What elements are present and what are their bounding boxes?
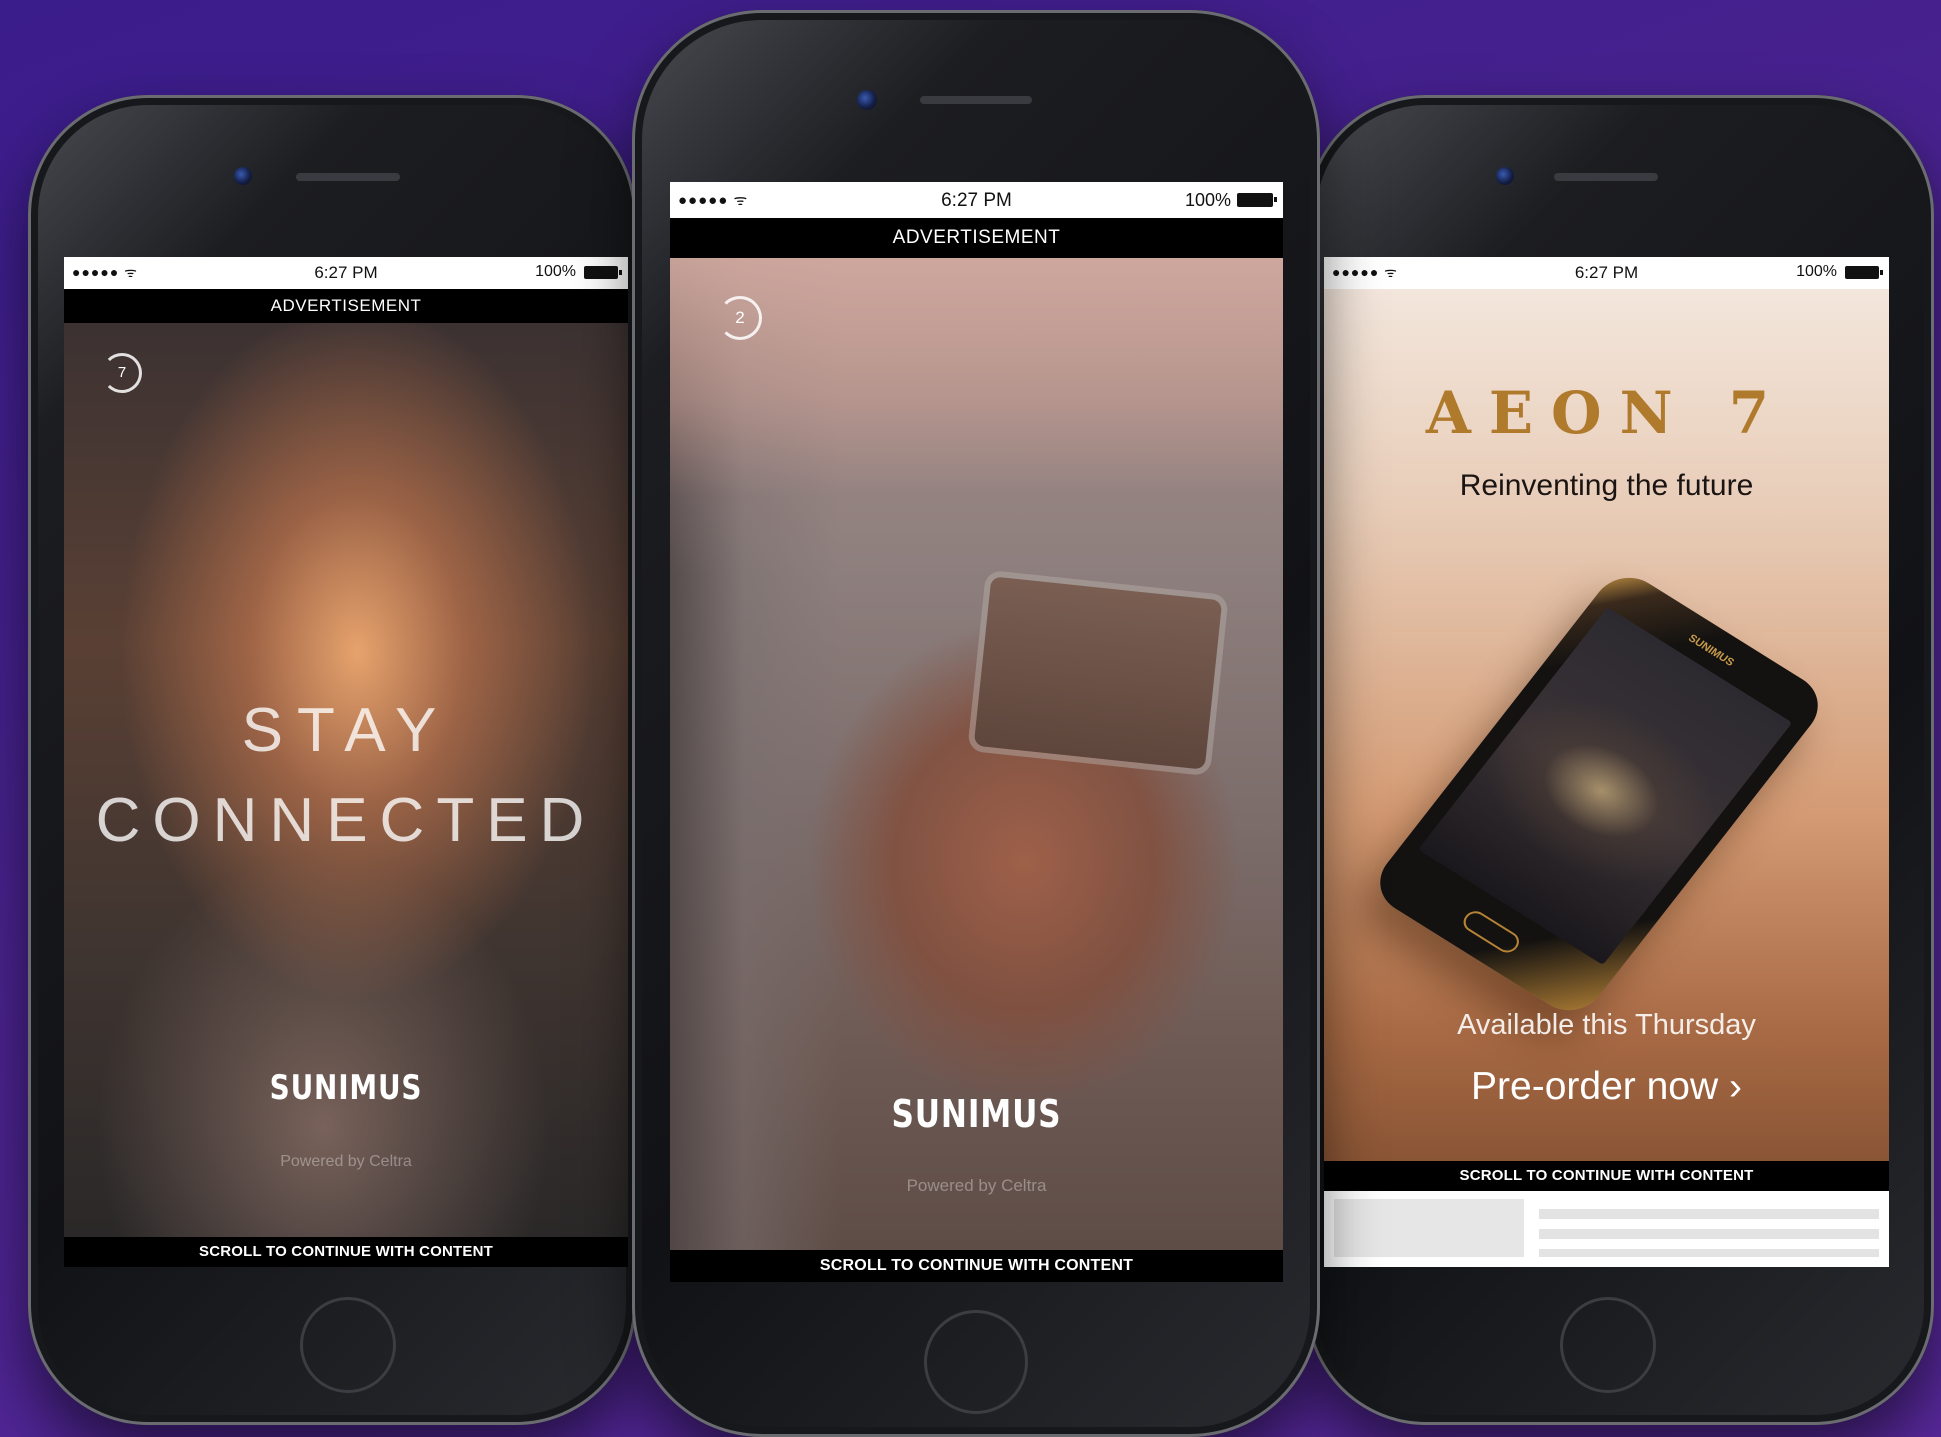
battery-icon xyxy=(1237,193,1277,207)
screen-center: ●●●●● ᯤ 6:27 PM 100% ADVERTISEMENT 2 SUN… xyxy=(670,182,1283,1282)
countdown-timer-icon: 2 xyxy=(718,296,762,340)
phone-center: ●●●●● ᯤ 6:27 PM 100% ADVERTISEMENT 2 SUN… xyxy=(632,10,1320,1437)
earpiece-speaker xyxy=(1554,173,1658,181)
ad-creative-center[interactable]: 2 SUNIMUS Powered by Celtra xyxy=(670,258,1283,1250)
product-phone-image: SUNIMUS xyxy=(1366,565,1832,1023)
brand-logo: SUNIMUS xyxy=(269,1068,423,1108)
powered-by-label: Powered by Celtra xyxy=(906,1176,1047,1195)
countdown-number: 7 xyxy=(117,364,127,381)
brand-logo: SUNIMUS xyxy=(891,1092,1062,1136)
home-button[interactable] xyxy=(1560,1297,1656,1393)
scroll-to-continue-bar[interactable]: SCROLL TO CONTINUE WITH CONTENT xyxy=(64,1237,628,1267)
front-camera xyxy=(1496,167,1514,185)
content-preview-line xyxy=(1539,1249,1879,1257)
held-phone-image xyxy=(973,576,1223,770)
tagline: Reinventing the future xyxy=(1459,469,1754,502)
status-bar: ●●●●● ᯤ 6:27 PM 100% xyxy=(64,257,628,289)
product-phone-home-button xyxy=(1459,907,1524,957)
powered-by-label: Powered by Celtra xyxy=(280,1153,412,1170)
ad-creative-right[interactable]: AEON 7 Reinventing the future SUNIMUS Av… xyxy=(1324,289,1889,1161)
availability-text: Available this Thursday xyxy=(1457,1009,1756,1041)
status-bar: ●●●●● ᯤ 6:27 PM 100% xyxy=(670,182,1283,218)
advertisement-label: ADVERTISEMENT xyxy=(670,218,1283,258)
countdown-number: 2 xyxy=(735,308,745,327)
content-preview-line xyxy=(1539,1229,1879,1239)
advertisement-label: ADVERTISEMENT xyxy=(64,289,628,323)
battery-percent: 100% xyxy=(1184,190,1231,210)
content-preview-image xyxy=(1334,1199,1524,1257)
content-preview-line xyxy=(1539,1209,1879,1219)
countdown-timer-icon: 7 xyxy=(102,353,142,393)
phone-left: ●●●●● ᯤ 6:27 PM 100% ADVERTISEMENT 7 STA… xyxy=(28,95,636,1425)
front-camera xyxy=(234,167,252,185)
preorder-link[interactable]: Pre-order now › xyxy=(1324,1065,1889,1109)
scroll-to-continue-bar[interactable]: SCROLL TO CONTINUE WITH CONTENT xyxy=(1324,1161,1889,1191)
home-button[interactable] xyxy=(300,1297,396,1393)
screen-right: ●●●●● ᯤ 6:27 PM 100% AEON 7 Reinventing … xyxy=(1324,257,1889,1267)
product-title: AEON 7 xyxy=(1425,379,1788,447)
battery-icon xyxy=(1845,266,1883,279)
home-button[interactable] xyxy=(924,1310,1028,1414)
headline-line2: CONNECTED xyxy=(95,786,597,855)
battery-percent: 100% xyxy=(1796,263,1837,280)
earpiece-speaker xyxy=(296,173,400,181)
earpiece-speaker xyxy=(920,96,1032,104)
scroll-to-continue-bar[interactable]: SCROLL TO CONTINUE WITH CONTENT xyxy=(670,1250,1283,1282)
screen-left: ●●●●● ᯤ 6:27 PM 100% ADVERTISEMENT 7 STA… xyxy=(64,257,628,1267)
phone-right: ●●●●● ᯤ 6:27 PM 100% AEON 7 Reinventing … xyxy=(1306,95,1934,1425)
battery-percent: 100% xyxy=(535,263,576,280)
ad-creative-left[interactable]: 7 STAY CONNECTED SUNIMUS Powered by Celt… xyxy=(64,323,628,1237)
headline-line1: STAY xyxy=(241,696,451,765)
battery-icon xyxy=(584,266,622,279)
front-camera xyxy=(857,90,877,110)
status-bar: ●●●●● ᯤ 6:27 PM 100% xyxy=(1324,257,1889,289)
